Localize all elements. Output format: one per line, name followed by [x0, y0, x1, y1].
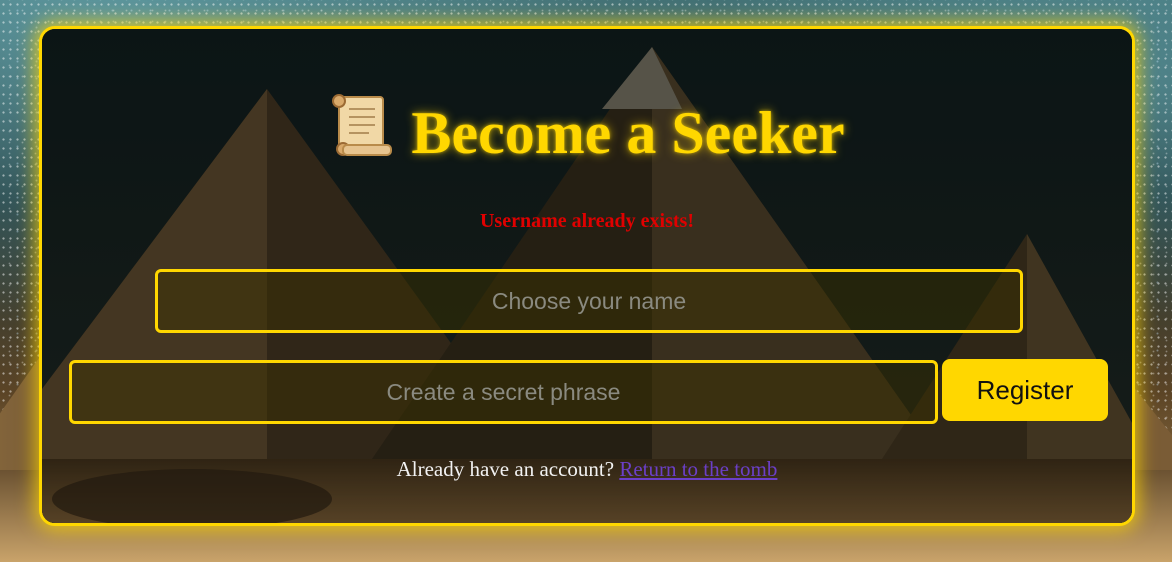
username-input[interactable]	[155, 269, 1023, 333]
register-button[interactable]: Register	[942, 359, 1108, 421]
register-card: Become a Seeker Username already exists!…	[39, 26, 1135, 526]
return-to-login-link[interactable]: Return to the tomb	[619, 457, 777, 481]
password-input[interactable]	[69, 360, 938, 424]
login-prompt-text: Already have an account?	[396, 457, 615, 481]
login-prompt: Already have an account? Return to the t…	[42, 457, 1132, 482]
error-message: Username already exists!	[479, 210, 695, 232]
page-title: Become a Seeker	[42, 91, 1132, 176]
page-title-text: Become a Seeker	[411, 100, 845, 166]
scroll-icon	[329, 91, 397, 176]
